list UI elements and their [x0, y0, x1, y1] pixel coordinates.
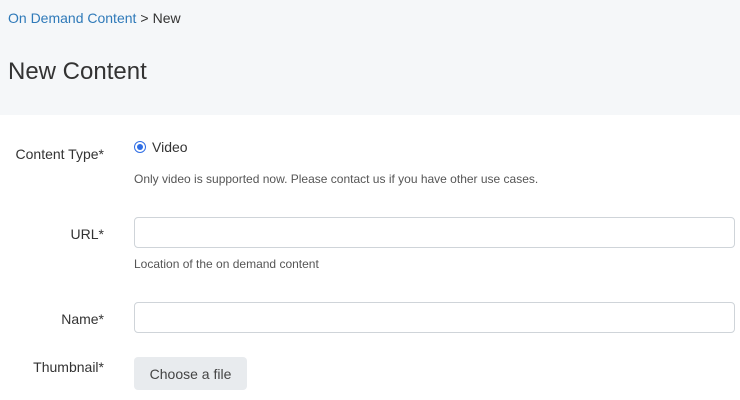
- video-radio-label: Video: [152, 139, 188, 155]
- video-radio[interactable]: [134, 141, 146, 153]
- thumbnail-label: Thumbnail*: [33, 359, 104, 375]
- page-header: On Demand Content > New New Content: [0, 0, 740, 115]
- page-title: New Content: [8, 58, 147, 85]
- url-input[interactable]: [134, 217, 735, 248]
- content-type-help: Only video is supported now. Please cont…: [134, 172, 539, 186]
- content-type-label: Content Type*: [15, 146, 104, 162]
- radio-selected-dot: [137, 144, 143, 150]
- breadcrumb-separator: >: [140, 10, 149, 26]
- name-label: Name*: [61, 311, 104, 327]
- breadcrumb-current: New: [152, 10, 181, 26]
- choose-file-button[interactable]: Choose a file: [134, 357, 247, 390]
- url-label: URL*: [70, 226, 104, 242]
- breadcrumb: On Demand Content > New: [8, 10, 181, 26]
- name-input[interactable]: [134, 302, 735, 333]
- url-help: Location of the on demand content: [134, 257, 319, 271]
- breadcrumb-link-on-demand-content[interactable]: On Demand Content: [8, 10, 136, 26]
- video-radio-option[interactable]: Video: [134, 139, 188, 155]
